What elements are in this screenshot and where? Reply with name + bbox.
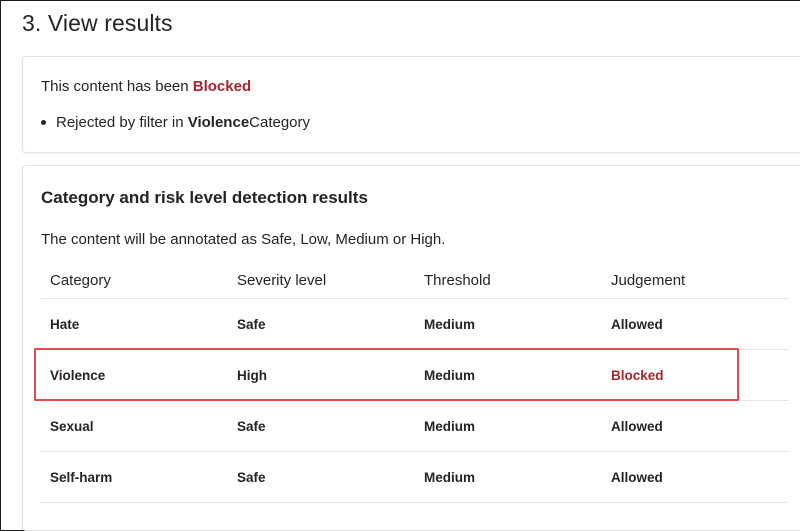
detection-table: Category Severity level Threshold Judgem…	[41, 262, 789, 503]
category-cell: Violence	[50, 367, 106, 383]
threshold-cell: Medium	[424, 469, 476, 485]
page-frame: 3. View results This content has been Bl…	[0, 0, 800, 531]
rejection-reason: Rejected by filter in Violence Category	[41, 114, 310, 131]
reason-category: Violence	[187, 114, 250, 131]
category-cell: Self-harm	[50, 469, 113, 485]
judgement-cell-blocked: Blocked	[611, 367, 664, 383]
column-header-severity: Severity level	[237, 271, 327, 289]
severity-cell: High	[237, 367, 267, 383]
threshold-cell: Medium	[424, 316, 476, 332]
column-header-threshold: Threshold	[424, 271, 491, 289]
table-row-sexual: Sexual Safe Medium Allowed	[41, 401, 789, 452]
detection-title: Category and risk level detection result…	[41, 188, 368, 207]
threshold-cell: Medium	[424, 418, 476, 434]
status-badge: Blocked	[192, 78, 252, 95]
column-header-category: Category	[50, 271, 111, 289]
severity-cell: Safe	[237, 418, 266, 434]
severity-cell: Safe	[237, 469, 266, 485]
reason-prefix: Rejected by filter in	[56, 114, 184, 131]
detection-description: The content will be annotated as Safe, L…	[41, 231, 446, 248]
result-summary-card: This content has been Blocked Rejected b…	[22, 56, 800, 153]
judgement-cell: Allowed	[611, 418, 663, 434]
table-row-self-harm: Self-harm Safe Medium Allowed	[41, 452, 789, 503]
detection-results-card: Category and risk level detection result…	[22, 165, 800, 531]
table-row-violence: Violence High Medium Blocked	[41, 350, 789, 401]
bullet-icon	[41, 120, 46, 125]
result-status: This content has been Blocked	[41, 78, 251, 95]
severity-cell: Safe	[237, 316, 266, 332]
reason-suffix: Category	[249, 114, 311, 131]
judgement-cell: Allowed	[611, 469, 663, 485]
column-header-judgement: Judgement	[611, 271, 686, 289]
table-row-hate: Hate Safe Medium Allowed	[41, 299, 789, 350]
threshold-cell: Medium	[424, 367, 476, 383]
category-cell: Sexual	[50, 418, 94, 434]
category-cell: Hate	[50, 316, 80, 332]
page-title: 3. View results	[22, 10, 173, 36]
table-header-row: Category Severity level Threshold Judgem…	[41, 262, 789, 299]
judgement-cell: Allowed	[611, 316, 663, 332]
status-prefix: This content has been	[41, 78, 193, 95]
